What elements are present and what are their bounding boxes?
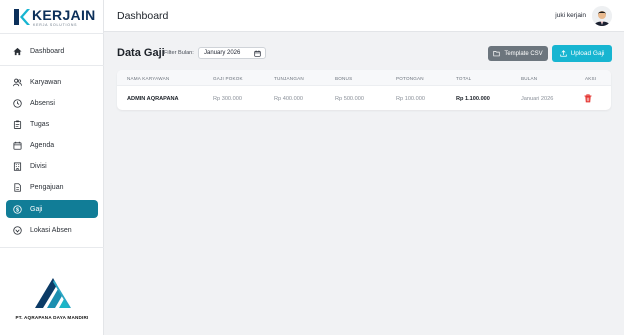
brand-logo[interactable]: KERJAIN KERJA SOLUTIONS (12, 7, 96, 29)
filter-label: Filter Bulan: (164, 50, 194, 56)
upload-gaji-label: Upload Gaji (570, 50, 605, 57)
upload-gaji-button[interactable]: Upload Gaji (552, 45, 612, 62)
users-icon (13, 78, 22, 87)
file-icon (493, 50, 500, 57)
avatar[interactable] (592, 6, 612, 26)
cell-nama: ADMIN AQRAPANA (127, 96, 179, 102)
template-csv-label: Template CSV (504, 50, 543, 57)
sidebar-item-label: Dashboard (30, 47, 65, 55)
column-header: GAJI POKOK (213, 76, 243, 81)
document-icon (13, 182, 22, 192)
kerjain-logo-icon (14, 9, 30, 25)
delete-icon[interactable] (584, 94, 592, 103)
column-header: NAMA KARYAWAN (127, 76, 170, 81)
sidebar-item-label: Agenda (30, 141, 55, 149)
column-header: BONUS (335, 76, 353, 81)
cell-potongan: Rp 100.000 (396, 96, 425, 102)
cell-bulan: Januari 2026 (521, 96, 554, 102)
sidebar-item-label: Tugas (30, 120, 50, 128)
cell-tunjangan: Rp 400.000 (274, 96, 303, 102)
home-icon (13, 47, 22, 56)
table-header: NAMA KARYAWAN GAJI POKOK TUNJANGAN BONUS… (117, 70, 611, 86)
cell-bonus: Rp 500.000 (335, 96, 364, 102)
column-header: AKSI (585, 76, 597, 81)
svg-text:$: $ (16, 207, 19, 213)
divider (0, 65, 104, 66)
column-header: BULAN (521, 76, 538, 81)
column-header: POTONGAN (396, 76, 424, 81)
sidebar-item-karyawan[interactable]: Karyawan (6, 73, 98, 91)
sidebar-item-label: Lokasi Absen (30, 226, 72, 234)
section-title: Data Gaji (117, 47, 165, 59)
sidebar-item-pengajuan[interactable]: Pengajuan (6, 178, 98, 196)
month-filter-value: January 2026 (204, 50, 241, 56)
sidebar: KERJAIN KERJA SOLUTIONS Dashboard Karyaw… (0, 0, 104, 335)
brand-name: KERJAIN (32, 7, 96, 23)
page-title: Dashboard (117, 10, 169, 22)
cell-total: Rp 1.100.000 (456, 96, 490, 102)
brand-tagline: KERJA SOLUTIONS (33, 23, 78, 27)
divider (0, 33, 104, 34)
sidebar-item-lokasi-absen[interactable]: Lokasi Absen (6, 221, 98, 239)
column-header: TOTAL (456, 76, 472, 81)
location-icon (13, 225, 22, 235)
calendar-icon (13, 141, 22, 150)
sidebar-item-absensi[interactable]: Absensi (6, 94, 98, 112)
divider (0, 247, 104, 248)
building-icon (13, 161, 22, 171)
clock-icon (13, 98, 22, 108)
sidebar-item-label: Absensi (30, 99, 55, 107)
clipboard-icon (13, 120, 22, 129)
sidebar-item-label: Gaji (30, 205, 43, 213)
salary-table: NAMA KARYAWAN GAJI POKOK TUNJANGAN BONUS… (117, 70, 611, 110)
sidebar-item-label: Divisi (30, 162, 47, 170)
cell-gaji-pokok: Rp 300.000 (213, 96, 242, 102)
sidebar-item-dashboard[interactable]: Dashboard (6, 42, 98, 60)
sidebar-item-label: Pengajuan (30, 183, 64, 191)
month-filter-input[interactable]: January 2026 (198, 47, 266, 59)
topbar: Dashboard juki kerjain (104, 0, 624, 32)
sidebar-item-gaji[interactable]: $ Gaji (6, 200, 98, 218)
column-header: TUNJANGAN (274, 76, 304, 81)
sidebar-item-tugas[interactable]: Tugas (6, 115, 98, 133)
sidebar-item-divisi[interactable]: Divisi (6, 157, 98, 175)
sidebar-item-agenda[interactable]: Agenda (6, 136, 98, 154)
company-logo-icon (35, 278, 71, 308)
calendar-icon[interactable] (254, 50, 261, 57)
user-name[interactable]: juki kerjain (555, 12, 586, 19)
company-name: PT. AQRAPANA DAYA MANDIRI (15, 315, 89, 320)
sidebar-item-label: Karyawan (30, 78, 62, 86)
template-csv-button[interactable]: Template CSV (488, 46, 548, 61)
upload-icon (559, 50, 567, 57)
dollar-icon: $ (13, 204, 22, 214)
